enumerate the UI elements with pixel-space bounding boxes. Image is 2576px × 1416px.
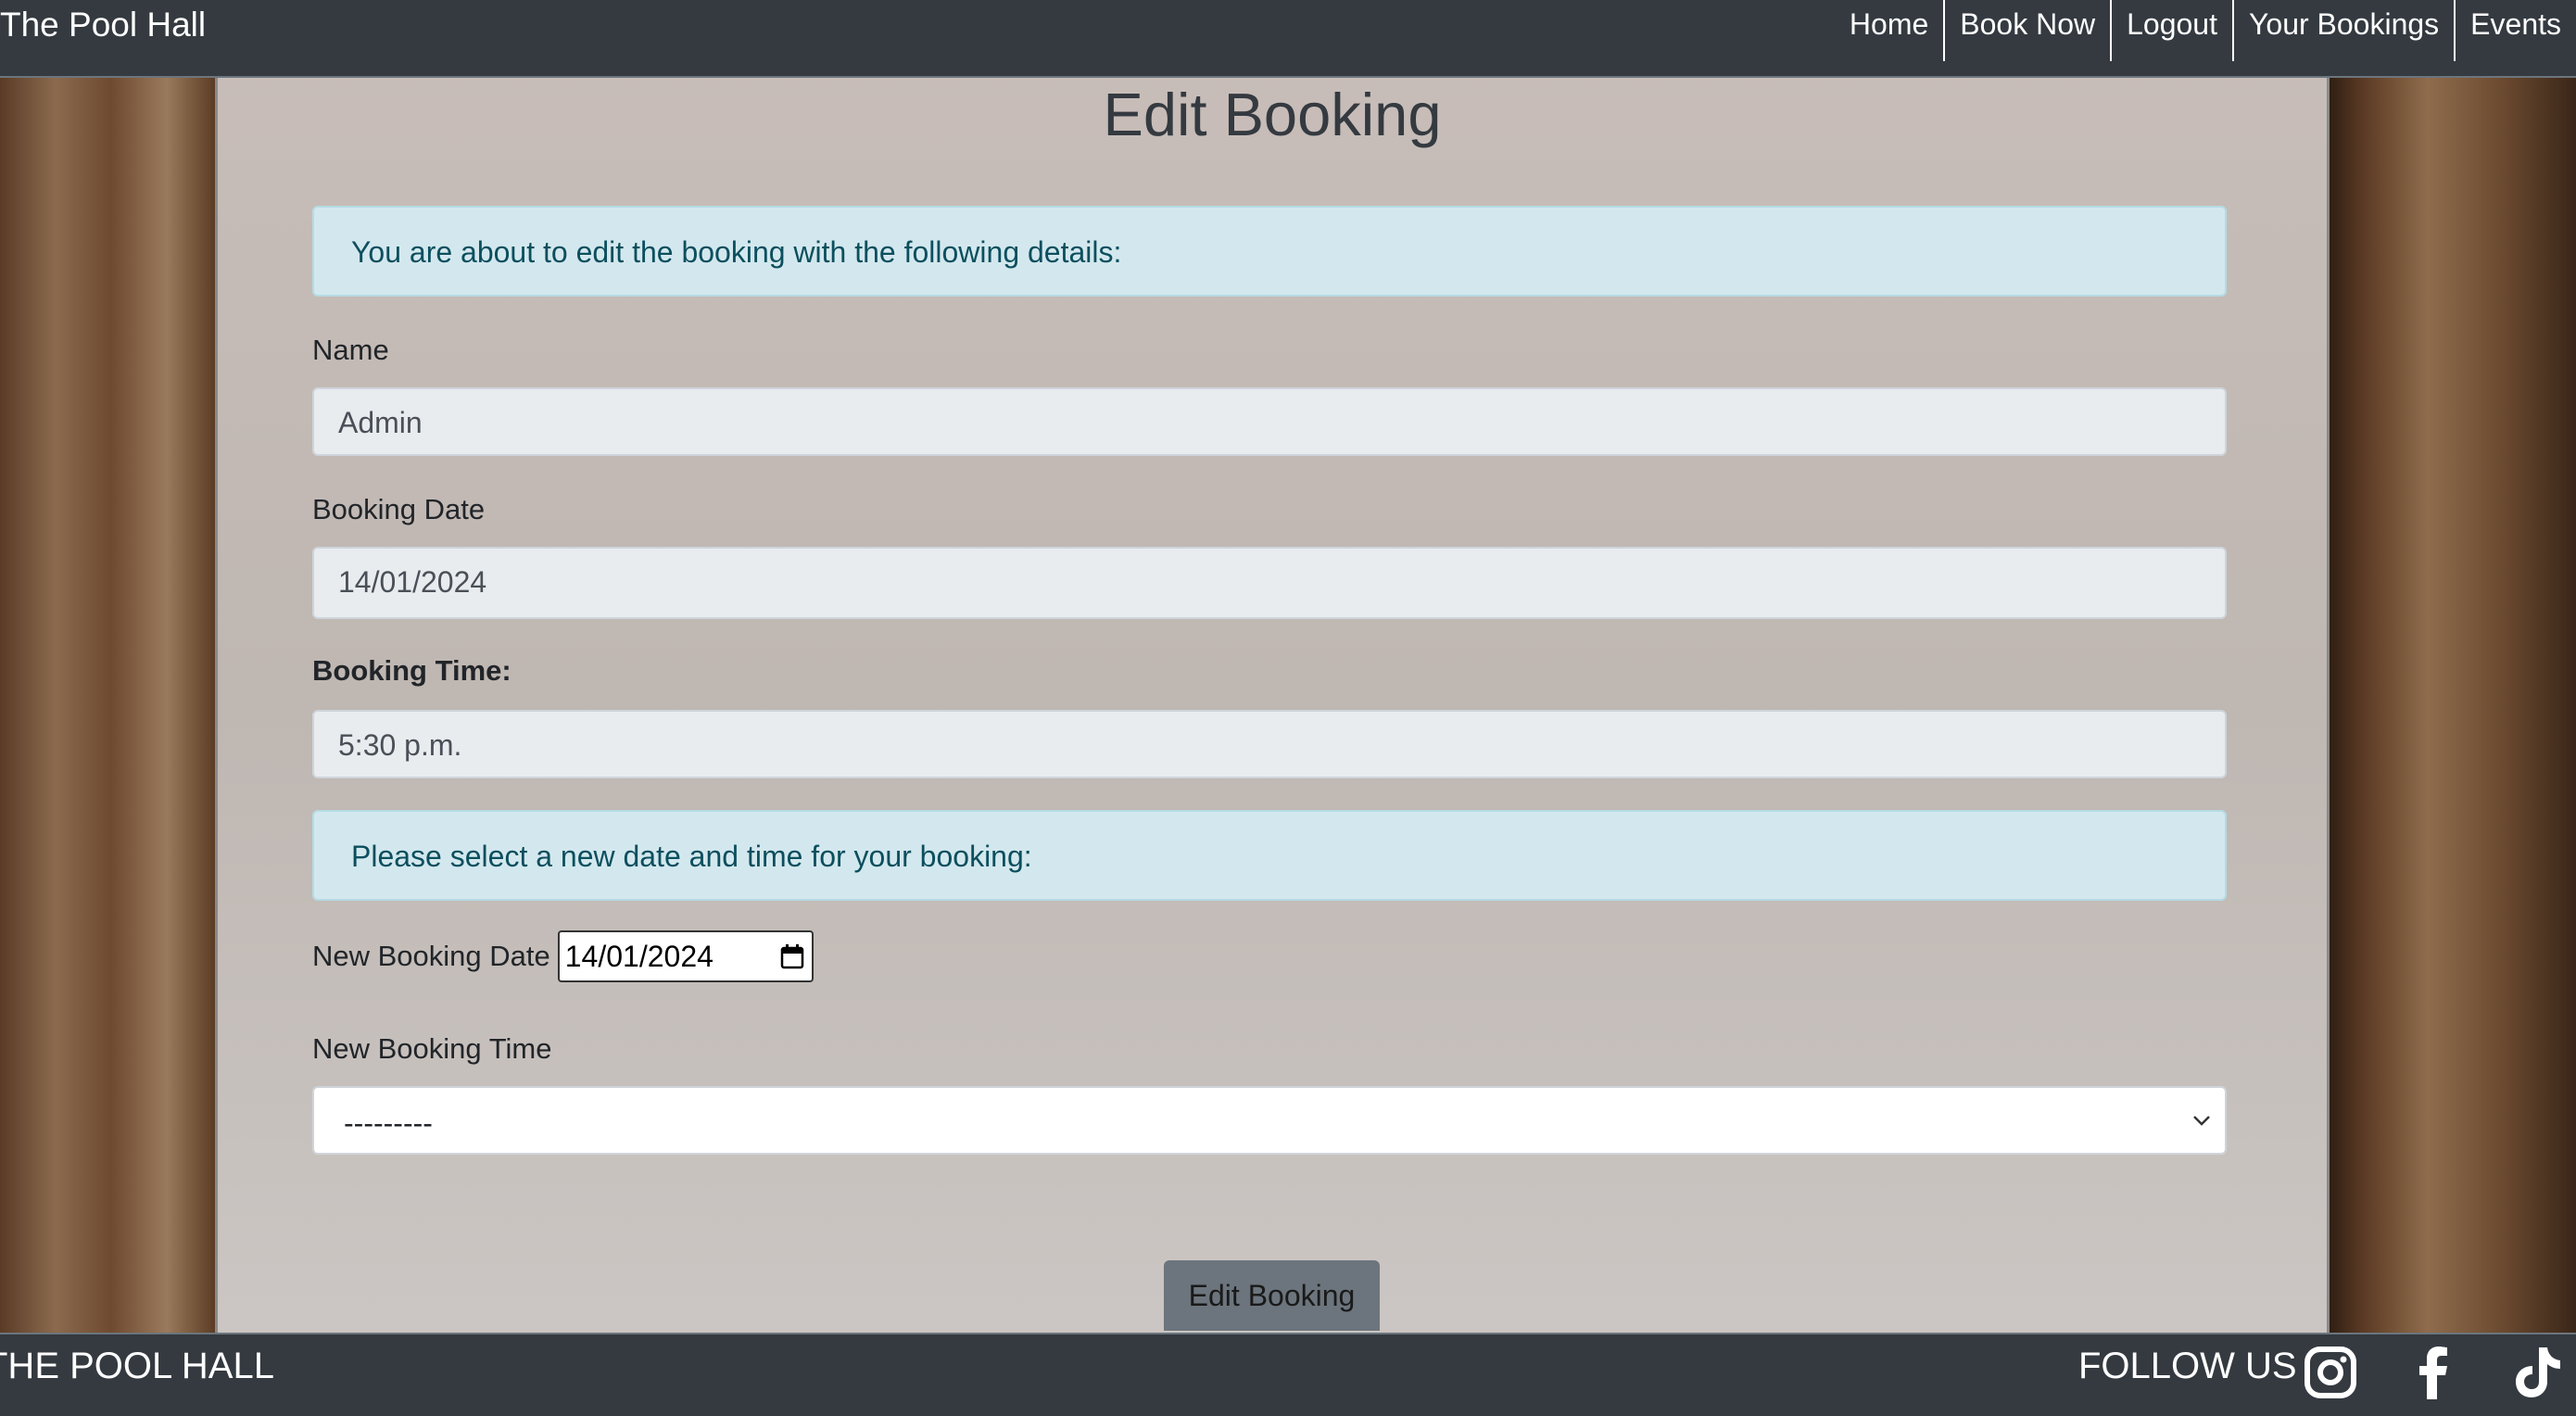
alert-current-details: You are about to edit the booking with t… bbox=[312, 206, 2227, 297]
instagram-icon[interactable] bbox=[2302, 1344, 2359, 1401]
new-booking-time-selected: --------- bbox=[344, 1106, 433, 1140]
facebook-icon[interactable] bbox=[2406, 1344, 2463, 1401]
chevron-down-icon bbox=[2193, 1116, 2210, 1126]
footer-brand: THE POOL HALL bbox=[0, 1346, 274, 1386]
name-label: Name bbox=[312, 334, 389, 366]
page-title: Edit Booking bbox=[1103, 81, 1442, 148]
nav-link-home[interactable]: Home bbox=[1835, 0, 1943, 61]
new-booking-time-label: New Booking Time bbox=[312, 1032, 552, 1065]
new-booking-date-row: New Booking Date 14/01/2024 bbox=[312, 930, 814, 982]
alert-select-new: Please select a new date and time for yo… bbox=[312, 810, 2227, 901]
nav-link-book-now[interactable]: Book Now bbox=[1943, 0, 2110, 61]
booking-time-label: Booking Time: bbox=[312, 654, 511, 687]
nav-link-events[interactable]: Events bbox=[2454, 0, 2576, 61]
follow-us-label: FOLLOW US bbox=[2078, 1346, 2297, 1386]
booking-date-field: 14/01/2024 bbox=[312, 547, 2227, 619]
tiktok-icon[interactable] bbox=[2507, 1344, 2565, 1401]
booking-time-field: 5:30 p.m. bbox=[312, 710, 2227, 778]
calendar-icon[interactable] bbox=[780, 943, 804, 969]
navbar: The Pool Hall Home Book Now Logout Your … bbox=[0, 0, 2576, 78]
new-booking-date-label: New Booking Date bbox=[312, 940, 550, 972]
new-booking-time-select[interactable]: --------- bbox=[312, 1086, 2227, 1155]
edit-booking-button[interactable]: Edit Booking bbox=[1164, 1260, 1380, 1331]
new-booking-date-input[interactable]: 14/01/2024 bbox=[557, 930, 814, 982]
edit-booking-panel: Edit Booking You are about to edit the b… bbox=[215, 78, 2330, 1333]
nav-link-logout[interactable]: Logout bbox=[2110, 0, 2232, 61]
booking-date-label: Booking Date bbox=[312, 493, 486, 525]
navbar-brand[interactable]: The Pool Hall bbox=[0, 6, 206, 44]
name-field: Admin bbox=[312, 387, 2227, 456]
nav-links: Home Book Now Logout Your Bookings Event… bbox=[1835, 0, 2576, 61]
footer: THE POOL HALL FOLLOW US bbox=[0, 1333, 2576, 1416]
new-booking-date-value: 14/01/2024 bbox=[564, 940, 713, 973]
nav-link-your-bookings[interactable]: Your Bookings bbox=[2231, 0, 2454, 61]
